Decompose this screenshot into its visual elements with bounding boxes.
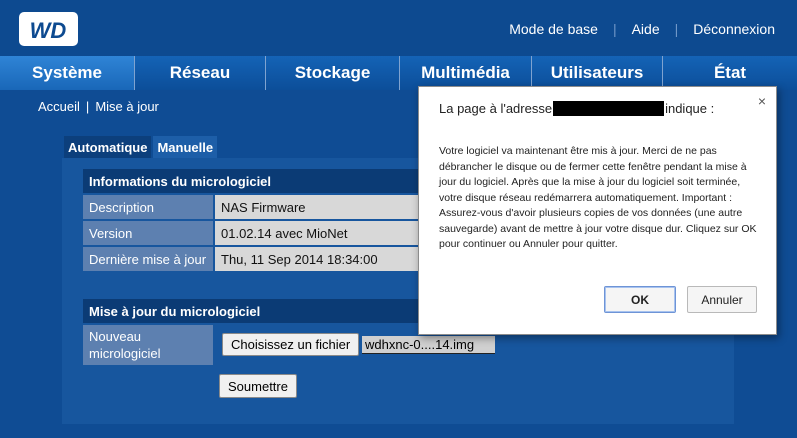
top-links: Mode de base | Aide | Déconnexion	[509, 21, 775, 37]
tab-automatic[interactable]: Automatique	[64, 136, 152, 158]
dialog-title-prefix: La page à l'adresse	[439, 101, 553, 116]
main-nav: Système Réseau Stockage Multimédia Utili…	[0, 56, 797, 90]
description-value: NAS Firmware	[215, 195, 425, 219]
close-icon[interactable]: ×	[758, 93, 766, 109]
tab-storage[interactable]: Stockage	[265, 56, 399, 90]
svg-text:WD: WD	[30, 18, 67, 43]
selected-file-name: wdhxnc-0....14.img	[362, 336, 495, 354]
separator: |	[674, 21, 679, 37]
breadcrumb-current: Mise à jour	[95, 99, 159, 114]
breadcrumb: Accueil | Mise à jour	[38, 99, 159, 114]
new-firmware-label: Nouveau micrologiciel	[83, 325, 213, 365]
dialog-title-suffix: indique :	[665, 101, 715, 116]
ok-button[interactable]: OK	[604, 286, 676, 313]
update-subtabs: Automatique Manuelle	[64, 136, 218, 158]
redacted-address	[553, 101, 665, 116]
firmware-update-title: Mise à jour du micrologiciel	[83, 299, 423, 323]
tab-system[interactable]: Système	[0, 56, 134, 90]
version-label: Version	[83, 221, 213, 245]
help-link[interactable]: Aide	[632, 21, 660, 37]
separator: |	[612, 21, 617, 37]
version-value: 01.02.14 avec MioNet	[215, 221, 425, 245]
breadcrumb-home[interactable]: Accueil	[38, 99, 80, 114]
logout-link[interactable]: Déconnexion	[693, 21, 775, 37]
tab-users[interactable]: Utilisateurs	[531, 56, 662, 90]
submit-button[interactable]: Soumettre	[219, 374, 297, 398]
choose-file-button[interactable]: Choisissez un fichier	[222, 333, 360, 356]
wd-logo[interactable]: WD	[19, 12, 78, 46]
tab-multimedia[interactable]: Multimédia	[399, 56, 531, 90]
dialog-title: La page à l'adresse indique :	[439, 101, 714, 116]
tab-status[interactable]: État	[662, 56, 797, 90]
firmware-info-title: Informations du micrologiciel	[83, 169, 423, 193]
last-update-label: Dernière mise à jour	[83, 247, 213, 271]
confirm-dialog: La page à l'adresse indique : × Votre lo…	[418, 86, 777, 335]
description-label: Description	[83, 195, 213, 219]
header: WD Mode de base | Aide | Déconnexion	[0, 0, 797, 56]
breadcrumb-separator: |	[85, 99, 90, 114]
basic-mode-link[interactable]: Mode de base	[509, 21, 598, 37]
cancel-button[interactable]: Annuler	[687, 286, 757, 313]
tab-network[interactable]: Réseau	[134, 56, 265, 90]
last-update-value: Thu, 11 Sep 2014 18:34:00	[215, 247, 425, 271]
tab-manual[interactable]: Manuelle	[153, 136, 218, 158]
dialog-message: Votre logiciel va maintenant être mis à …	[439, 145, 757, 250]
wd-logo-icon: WD	[30, 18, 67, 43]
